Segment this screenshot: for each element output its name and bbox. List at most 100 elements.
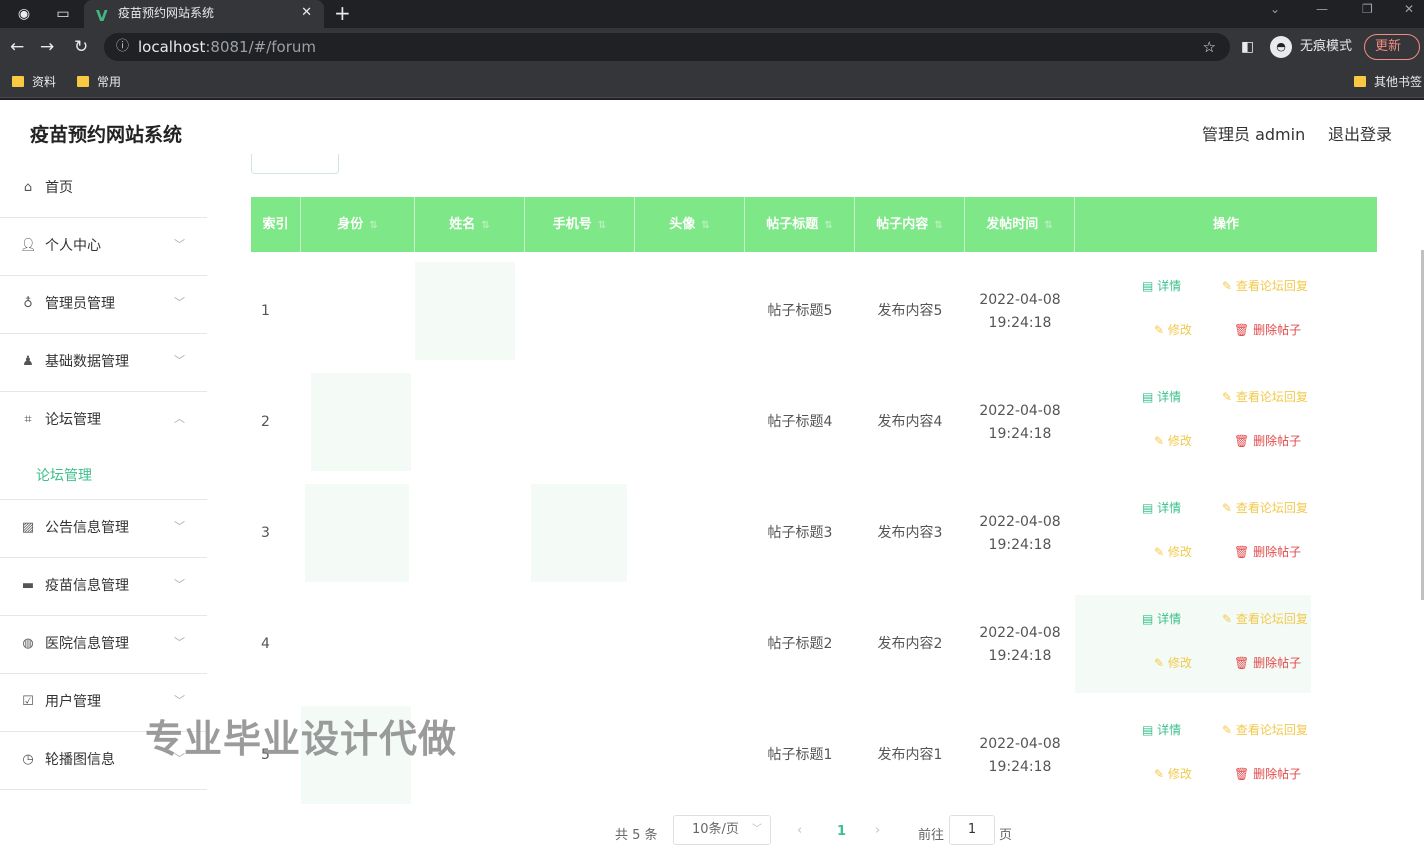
column-header-name[interactable]: 姓名 ⇅ <box>415 197 525 252</box>
submenu-forum-management[interactable]: 论坛管理 <box>0 450 207 500</box>
browser-tab[interactable]: V 疫苗预约网站系统 ✕ <box>84 0 324 28</box>
sidebar-item-personal-center[interactable]: 👤︎ 个人中心 ﹀ <box>0 218 207 276</box>
edit-button[interactable]: ✎ 修改 <box>1154 434 1192 448</box>
tab-list-chevron-icon[interactable]: ⌄ <box>1270 2 1280 16</box>
address-bar[interactable]: ⓘ localhost:8081/#/forum ☆ <box>104 33 1230 61</box>
cell-index: 3 <box>261 525 270 541</box>
new-tab-icon[interactable]: + <box>334 0 351 26</box>
row-ghost-block <box>305 484 409 582</box>
url-path: :8081/#/forum <box>205 38 316 56</box>
sidebar-item-vaccine-management[interactable]: ▬ 疫苗信息管理 ﹀ <box>0 558 207 616</box>
close-window-icon[interactable]: ✕ <box>1404 2 1414 16</box>
forward-icon[interactable]: → <box>40 37 54 57</box>
bookmark-folder-0[interactable]: 资料 <box>12 74 56 90</box>
sidebar-item-label: 管理员管理 <box>45 296 115 312</box>
sort-icon[interactable]: ⇅ <box>934 220 942 231</box>
detail-button[interactable]: ▤ 详情 <box>1142 279 1181 293</box>
sidebar-item-label: 疫苗信息管理 <box>45 578 129 594</box>
pagination-total: 共 5 条 <box>615 828 658 843</box>
incognito-indicator[interactable]: ◓ 无痕模式 <box>1270 34 1352 60</box>
tab-title: 疫苗预约网站系统 <box>118 6 215 20</box>
page-size-value: 10条/页 <box>692 822 739 837</box>
detail-button[interactable]: ▤ 详情 <box>1142 612 1181 626</box>
folder-icon <box>77 76 89 87</box>
close-tab-icon[interactable]: ✕ <box>301 0 312 26</box>
bookmark-star-icon[interactable]: ☆ <box>1203 33 1216 61</box>
sidebar-item-label: 首页 <box>45 180 73 196</box>
toolbar-button-partial[interactable] <box>251 154 339 174</box>
minimize-icon[interactable]: — <box>1316 2 1328 16</box>
column-header-identity[interactable]: 身份 ⇅ <box>301 197 415 252</box>
side-panel-icon[interactable]: ◧ <box>1241 37 1254 57</box>
detail-button[interactable]: ▤ 详情 <box>1142 390 1181 404</box>
edit-button[interactable]: ✎ 修改 <box>1154 545 1192 559</box>
sidebar-item-hospital-management[interactable]: ◍ 医院信息管理 ﹀ <box>0 616 207 674</box>
row-ghost-block <box>311 373 411 471</box>
sidebar-item-admin-management[interactable]: ♁ 管理员管理 ﹀ <box>0 276 207 334</box>
mic-icon: ♁ <box>23 296 33 311</box>
sort-icon[interactable]: ⇅ <box>369 220 377 231</box>
chevron-down-icon: ﹀ <box>174 238 185 251</box>
column-header-avatar[interactable]: 头像 ⇅ <box>635 197 745 252</box>
table-header: 索引 身份 ⇅ 姓名 ⇅ 手机号 ⇅ 头像 ⇅ 帖子标题 ⇅ 帖子内容 ⇅ 发帖时间 ⇅ 操作 <box>251 197 1377 252</box>
delete-post-button[interactable]: 🗑︎ 删除帖子 <box>1234 656 1301 670</box>
other-bookmarks[interactable]: 其他书签 <box>1354 74 1422 90</box>
chevron-up-icon: ︿ <box>174 412 185 425</box>
column-header-post-title[interactable]: 帖子标题 ⇅ <box>745 197 855 252</box>
cell-post-time: 2022-04-08 19:24:18 <box>979 514 1061 553</box>
goto-page-input[interactable]: 1 <box>949 815 995 845</box>
bookmark-folder-1[interactable]: 常用 <box>77 74 121 90</box>
delete-post-button[interactable]: 🗑︎ 删除帖子 <box>1234 545 1301 559</box>
tab-search-icon[interactable]: ▭ <box>54 5 72 23</box>
sidebar-item-base-data[interactable]: ♟ 基础数据管理 ﹀ <box>0 334 207 392</box>
delete-post-button[interactable]: 🗑︎ 删除帖子 <box>1234 323 1301 337</box>
sidebar-item-forum-management[interactable]: ⌗ 论坛管理 ︿ <box>0 392 207 450</box>
sort-icon[interactable]: ⇅ <box>598 220 606 231</box>
tab-bar: ◉ ▭ V 疫苗预约网站系统 ✕ + ⌄ — ❐ ✕ <box>0 0 1424 28</box>
compass-icon: ◷ <box>22 752 34 767</box>
page-number-current[interactable]: 1 <box>837 824 846 839</box>
table-row: 2 帖子标题4 发布内容4 2022-04-08 19:24:18 ▤ 详情 ✎ … <box>251 367 1377 478</box>
cell-post-time: 2022-04-08 19:24:18 <box>979 403 1061 442</box>
sort-icon[interactable]: ⇅ <box>1044 220 1052 231</box>
sidebar-item-label: 公告信息管理 <box>45 520 129 536</box>
edit-button[interactable]: ✎ 修改 <box>1154 656 1192 670</box>
detail-button[interactable]: ▤ 详情 <box>1142 723 1181 737</box>
delete-post-button[interactable]: 🗑︎ 删除帖子 <box>1234 767 1301 781</box>
column-header-phone[interactable]: 手机号 ⇅ <box>525 197 635 252</box>
cell-index: 4 <box>261 636 270 652</box>
crop-icon: ⌗ <box>24 412 32 427</box>
view-replies-button[interactable]: ✎ 查看论坛回复 <box>1222 279 1308 293</box>
view-replies-button[interactable]: ✎ 查看论坛回复 <box>1222 390 1308 404</box>
back-icon[interactable]: ← <box>10 37 24 57</box>
view-replies-button[interactable]: ✎ 查看论坛回复 <box>1222 612 1308 626</box>
folder-icon <box>12 76 24 87</box>
prev-page-icon[interactable]: ‹ <box>797 823 802 838</box>
edit-button[interactable]: ✎ 修改 <box>1154 767 1192 781</box>
sidebar-item-home[interactable]: ⌂ 首页 <box>0 160 207 218</box>
next-page-icon[interactable]: › <box>875 823 880 838</box>
page-size-select[interactable]: 10条/页 ﹀ <box>673 815 771 845</box>
view-replies-button[interactable]: ✎ 查看论坛回复 <box>1222 723 1308 737</box>
column-header-post-content[interactable]: 帖子内容 ⇅ <box>855 197 965 252</box>
chevron-down-icon: ﹀ <box>174 578 185 591</box>
table-row: 4 帖子标题2 发布内容2 2022-04-08 19:24:18 ▤ 详情 ✎ … <box>251 589 1377 700</box>
edit-button[interactable]: ✎ 修改 <box>1154 323 1192 337</box>
detail-button[interactable]: ▤ 详情 <box>1142 501 1181 515</box>
browser-menu-icon[interactable]: ◉ <box>15 5 33 23</box>
row-ghost-block <box>415 262 515 360</box>
update-button[interactable]: 更新 <box>1364 34 1420 60</box>
reload-icon[interactable]: ↻ <box>74 37 88 57</box>
cell-post-time: 2022-04-08 19:24:18 <box>979 625 1061 664</box>
sort-icon[interactable]: ⇅ <box>701 220 709 231</box>
column-header-post-time[interactable]: 发帖时间 ⇅ <box>965 197 1075 252</box>
check-icon: ☑ <box>22 694 34 709</box>
restore-icon[interactable]: ❐ <box>1362 2 1373 16</box>
logout-link[interactable]: 退出登录 <box>1328 121 1392 145</box>
sort-icon[interactable]: ⇅ <box>824 220 832 231</box>
view-replies-button[interactable]: ✎ 查看论坛回复 <box>1222 501 1308 515</box>
sidebar-item-notice-management[interactable]: ▨ 公告信息管理 ﹀ <box>0 500 207 558</box>
site-info-icon[interactable]: ⓘ <box>116 33 129 61</box>
delete-post-button[interactable]: 🗑︎ 删除帖子 <box>1234 434 1301 448</box>
sort-icon[interactable]: ⇅ <box>481 220 489 231</box>
